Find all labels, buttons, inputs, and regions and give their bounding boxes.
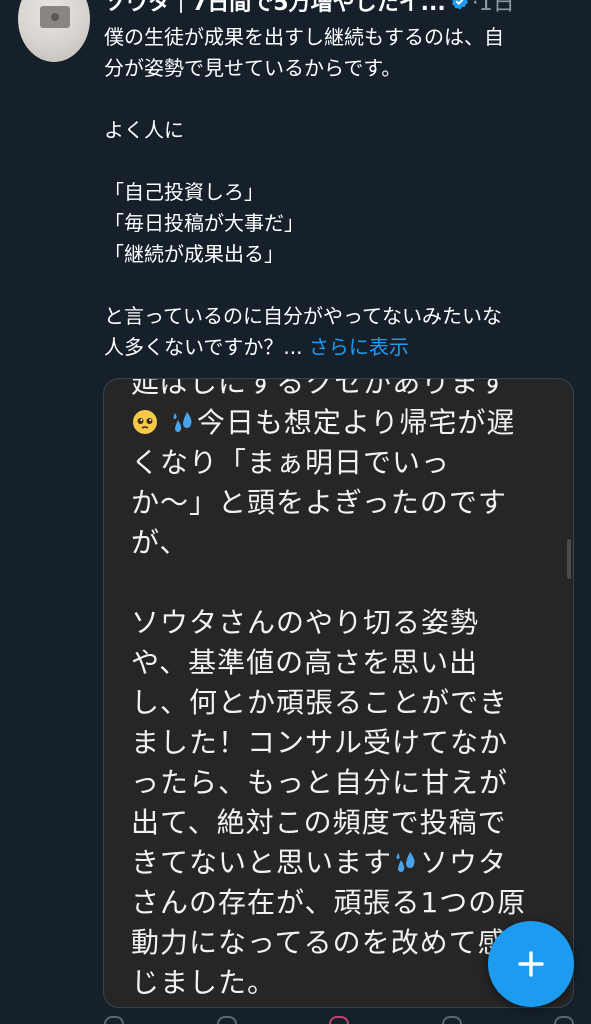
tweet-author-row: ソウタ｜7日間で5万増やしたイ... ·1日 bbox=[104, 0, 584, 14]
media-scroll-indicator bbox=[567, 539, 571, 579]
like-icon[interactable] bbox=[329, 1016, 349, 1024]
reply-icon[interactable] bbox=[104, 1016, 124, 1024]
media-line: か〜」と頭をよぎったのです bbox=[131, 486, 507, 519]
compose-tweet-button[interactable] bbox=[488, 921, 574, 1007]
media-line: 今日も想定より帰宅が遅 bbox=[196, 406, 516, 439]
media-line: じました。 bbox=[131, 966, 277, 999]
media-line: や、基準値の高さを思い出 bbox=[131, 646, 479, 679]
tweet-line: 「継続が成果出る」 bbox=[104, 242, 284, 266]
views-icon[interactable] bbox=[441, 1016, 462, 1024]
pleading-face-emoji-icon bbox=[133, 410, 157, 434]
sweat-droplets-emoji-icon bbox=[396, 852, 415, 872]
media-line: が、 bbox=[131, 526, 189, 559]
share-icon[interactable] bbox=[554, 1016, 574, 1024]
sweat-droplets-emoji-icon bbox=[173, 412, 192, 432]
tweet-line: 分が姿勢で見せているからです。 bbox=[104, 56, 402, 80]
author-avatar[interactable] bbox=[18, 0, 90, 62]
media-line: さんの存在が、頑張る1つの原 bbox=[131, 886, 527, 919]
tweet-line: 僕の生徒が成果を出すし継続もするのは、自 bbox=[104, 25, 504, 49]
tweet-line: と言っているのに自分がやってないみたいな bbox=[104, 304, 502, 328]
tweet-timestamp[interactable]: ·1日 bbox=[472, 0, 515, 14]
media-line: 動力になってるのを改めて感 bbox=[131, 926, 507, 959]
tweet-action-bar bbox=[104, 1016, 574, 1024]
author-name[interactable]: ソウタ｜7日間で5万増やしたイ... bbox=[104, 0, 446, 14]
media-line: 出て、絶対この頻度で投稿で bbox=[131, 806, 507, 839]
media-line: ったら、もっと自分に甘えが bbox=[131, 766, 509, 799]
media-line: 延ばしにするクセがあります bbox=[131, 378, 509, 399]
tweet-body: 僕の生徒が成果を出すし継続もするのは、自 分が姿勢で見せているからです。 よく人… bbox=[104, 22, 574, 363]
verified-badge-icon bbox=[451, 0, 468, 10]
retweet-icon[interactable] bbox=[216, 1016, 237, 1024]
tweet-line: 「毎日投稿が大事だ」 bbox=[104, 211, 304, 235]
screenshot-text: 延ばしにするクセがあります 今日も想定より帰宅が遅 くなり「まぁ明日でいっ か〜… bbox=[131, 378, 556, 1003]
tweet-detail-page: ソウタ｜7日間で5万増やしたイ... ·1日 僕の生徒が成果を出すし継続もするの… bbox=[0, 0, 591, 1024]
media-line: きてないと思います bbox=[131, 846, 393, 879]
media-line: し、何とか頑張ることができ bbox=[131, 686, 509, 719]
tweet-line: 「自己投資しろ」 bbox=[104, 180, 264, 204]
media-line: ソウタさんのやり切る姿勢 bbox=[131, 606, 480, 639]
tweet-line: よく人に bbox=[104, 118, 184, 142]
tweet-line: 人多くないですか？... bbox=[104, 335, 303, 359]
laptop-logo bbox=[51, 13, 59, 21]
show-more-link[interactable]: さらに表示 bbox=[309, 335, 409, 359]
media-line: ソウタ bbox=[420, 846, 508, 879]
plus-icon bbox=[518, 951, 544, 977]
media-line: ました！コンサル受けてなか bbox=[131, 726, 509, 759]
tweet-media-image[interactable]: 延ばしにするクセがあります 今日も想定より帰宅が遅 くなり「まぁ明日でいっ か〜… bbox=[103, 378, 574, 1008]
media-line: くなり「まぁ明日でいっ bbox=[131, 446, 451, 479]
